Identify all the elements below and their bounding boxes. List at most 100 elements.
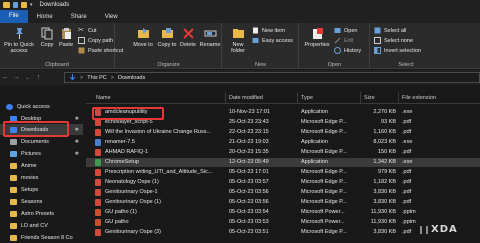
file-size: 1,160 KB (373, 129, 396, 135)
delete-label: Delete (180, 42, 196, 48)
file-type-icon (95, 139, 101, 146)
clipboard-group: Pin to Quick access Copy Paste ✂ Cut Cop… (0, 23, 123, 69)
copy-path-button[interactable]: Copy path (78, 37, 113, 44)
breadcrumb-this-pc[interactable]: This PC (87, 75, 107, 81)
up-arrow-icon[interactable]: ↑ (33, 74, 44, 81)
folder-icon[interactable] (21, 2, 27, 8)
nav-item-label: Astro Presets (21, 210, 55, 217)
file-size: 3,830 KB (373, 199, 396, 205)
folder-icon (10, 174, 17, 181)
rename-button[interactable]: Rename (199, 27, 221, 48)
pin-icon: ✱ (74, 115, 79, 122)
nav-item-label: Documents (21, 138, 49, 145)
file-row[interactable]: Will the Invasion of Ukraine Change Russ… (86, 128, 480, 137)
xda-logo-icon (420, 225, 428, 234)
column-header-name[interactable]: Name (96, 95, 111, 101)
tab-file[interactable]: File (0, 10, 28, 23)
nav-item-label: Friends Season 8 Co (21, 234, 73, 241)
file-row[interactable]: GU patho (1) 05-Oct-23 03:54 Microsoft Pow… (86, 208, 480, 217)
copy-path-icon (78, 37, 85, 44)
column-header-date-modified[interactable]: Date modified (229, 95, 263, 101)
file-type: Application (301, 109, 328, 115)
open-button[interactable]: Open (334, 27, 357, 34)
nav-item-seasons[interactable]: Seasons (0, 196, 83, 207)
open-icon (334, 28, 341, 33)
back-arrow-icon[interactable]: ← (0, 74, 11, 81)
nav-item-astro-presets[interactable]: Astro Presets (0, 208, 83, 219)
folder-icon (3, 2, 10, 8)
file-ext: .pdf (402, 119, 412, 125)
properties-icon (312, 28, 323, 39)
file-row[interactable]: Prescription writing_UTI_and_Altitude_Si… (86, 168, 480, 177)
nav-item-label: Seasons (21, 198, 43, 205)
copy-to-button[interactable]: Copy to (156, 27, 178, 48)
nav-item-setups[interactable]: Setups (0, 184, 83, 195)
address-box[interactable]: > This PC > Downloads (64, 72, 480, 83)
select-all-button[interactable]: Select all (374, 27, 406, 34)
file-row[interactable]: Genitourinary Ospe-1 05-Oct-23 03:56 Micro… (86, 188, 480, 197)
save-icon[interactable] (13, 2, 18, 8)
breadcrumb-downloads[interactable]: Downloads (118, 75, 145, 81)
tab-view[interactable]: View (96, 14, 127, 23)
paste-icon (61, 28, 71, 39)
recent-locations-icon[interactable]: ⌄ (22, 75, 33, 81)
nav-item-quick-access[interactable]: Quick access (0, 101, 83, 112)
history-button[interactable]: History (334, 47, 361, 54)
easy-access-button[interactable]: Easy access (252, 37, 293, 44)
tab-home[interactable]: Home (28, 14, 62, 23)
paste-button[interactable]: Paste (57, 27, 75, 48)
nav-item-friends-season-8-co[interactable]: Friends Season 8 Co (0, 232, 83, 243)
file-name: GU patho (105, 219, 129, 225)
file-type: Microsoft Edge P... (301, 199, 347, 205)
new-item-button[interactable]: New item (252, 27, 285, 34)
forward-arrow-icon[interactable]: → (11, 74, 22, 81)
column-header-file-extension[interactable]: File extension (402, 95, 436, 101)
edit-button[interactable]: Edit (334, 37, 353, 44)
file-type-icon (95, 219, 101, 226)
file-size: 93 KB (381, 119, 396, 125)
file-row[interactable]: ChromeSetup 12-Oct-23 05:49 Application 1,3… (86, 158, 480, 167)
file-date: 25-Oct-23 23:43 (229, 119, 269, 125)
paste-shortcut-icon (78, 47, 85, 54)
scissors-icon: ✂ (78, 27, 84, 34)
nav-item-ld-and-cv[interactable]: LD and CV (0, 220, 83, 231)
cut-button[interactable]: ✂ Cut (78, 27, 97, 34)
column-header-type[interactable]: Type (301, 95, 313, 101)
nav-item-documents[interactable]: Documents ✱ (0, 136, 83, 147)
file-name: GU patho (1) (105, 209, 137, 215)
nav-item-movies[interactable]: movies (0, 172, 83, 183)
invert-selection-button[interactable]: Invert selection (374, 47, 421, 54)
new-folder-button[interactable]: New folder (227, 27, 249, 54)
file-row[interactable]: renamer-7.5 21-Oct-23 19:03 Application 8,0… (86, 138, 480, 147)
file-size: 3,830 KB (373, 229, 396, 235)
nav-item-anime[interactable]: Anime (0, 160, 83, 171)
highlight-box-amdcleanuputility (92, 107, 164, 120)
file-row[interactable]: Genitourinary Ospe (1) 05-Oct-23 03:56 Mic… (86, 198, 480, 207)
column-header-size[interactable]: Size (364, 95, 375, 101)
file-date: 22-Oct-23 23:15 (229, 129, 269, 135)
document-icon (10, 138, 17, 145)
pin-to-quick-access-button[interactable]: Pin to Quick access (2, 27, 36, 54)
file-date: 05-Oct-23 03:54 (229, 209, 269, 215)
new-folder-icon (232, 29, 244, 38)
edit-label: Edit (344, 37, 354, 44)
copy-button[interactable]: Copy (38, 27, 56, 48)
file-row[interactable]: Neonatology Ospe (1) 05-Oct-23 03:57 Micro… (86, 178, 480, 187)
file-row[interactable]: AHMAD RAFIQ-1 20-Oct-23 15:35 Microsoft Ed… (86, 148, 480, 157)
delete-button[interactable]: Delete (178, 27, 198, 48)
window-title: Downloads (39, 2, 70, 8)
quick-access-dropdown[interactable]: ▾ (30, 2, 33, 8)
new-group-label: New (254, 62, 266, 68)
properties-button[interactable]: Properties (302, 27, 332, 48)
tab-share[interactable]: Share (62, 14, 96, 23)
file-date: 21-Oct-23 19:03 (229, 139, 269, 145)
move-to-button[interactable]: Move to (132, 27, 154, 48)
copy-label: Copy (40, 42, 54, 48)
pin-icon (15, 28, 23, 39)
properties-label: Properties (304, 42, 330, 48)
pin-icon: ✱ (74, 126, 79, 133)
file-ext: .pdf (402, 129, 412, 135)
pin-label: Pin to Quick access (4, 42, 34, 54)
nav-item-pictures[interactable]: Pictures ✱ (0, 148, 83, 159)
select-none-button[interactable]: Select none (374, 37, 413, 44)
